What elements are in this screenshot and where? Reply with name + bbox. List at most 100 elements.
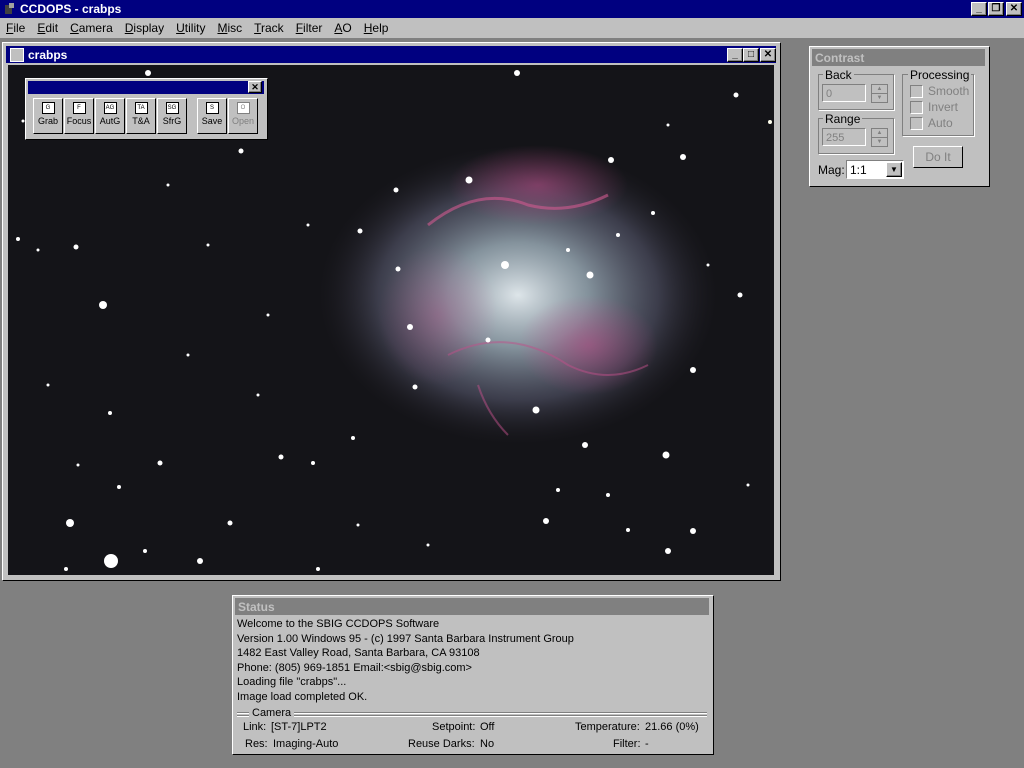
back-input[interactable]: 0 [822,84,866,102]
invert-checkbox[interactable] [910,101,923,114]
menu-misc[interactable]: Misc [211,18,248,37]
save-icon: S [205,102,219,114]
sfrg-icon: SG [165,102,179,114]
camera-label: Camera [249,707,295,719]
processing-label: Processing [908,68,972,82]
auto-checkbox[interactable] [910,117,923,130]
camera-divider-line-2 [237,715,707,717]
toolbar-button-label: Grab [37,116,58,126]
crab-nebula-image[interactable] [8,65,774,575]
tool-palette[interactable]: ✕ G Grab F Focus AG AutG TA T&A SG SfrG S Save O Open [25,78,268,140]
res-value: Imaging-Auto [273,738,339,750]
menu-utility[interactable]: Utility [170,18,211,37]
close-button[interactable]: ✕ [1006,2,1022,16]
menu-label-rest: rack [261,21,284,35]
status-panel: Status Welcome to the SBIG CCDOPS Softwa… [232,595,714,755]
camera-divider-line [237,712,707,714]
toolbar-open-button[interactable]: O Open [228,98,258,134]
menu-filter[interactable]: Filter [290,18,329,37]
toolbar-grab-button[interactable]: G Grab [33,98,63,134]
menu-mnemonic: U [176,21,185,35]
toolbar-button-label: AutG [99,116,121,126]
image-maximize-button[interactable]: □ [743,48,759,62]
setpoint-label: Setpoint: [432,721,476,733]
toolbar-button-label: Focus [66,116,92,126]
autg-icon: AG [103,102,117,114]
contrast-title: Contrast [815,51,865,65]
reuse-darks-value: No [480,738,495,750]
reuse-darks-label: Reuse Darks: [408,738,475,750]
menu-label-rest: O [342,21,352,35]
link-label: Link: [243,721,267,733]
toolbar-autg-button[interactable]: AG AutG [95,98,125,134]
back-label: Back [823,68,854,82]
status-title: Status [238,600,275,614]
invert-label: Invert [928,100,959,114]
status-line: Version 1.00 Windows 95 - (c) 1997 Santa… [237,632,574,645]
status-line: 1482 East Valley Road, Santa Barbara, CA… [237,647,480,660]
contrast-panel: Contrast Back 0 ▲ ▼ Range 255 ▲ ▼ Proces… [809,46,990,187]
image-window-title: crabps [28,48,68,62]
range-input[interactable]: 255 [822,128,866,146]
focus-icon: F [72,102,86,114]
menu-display[interactable]: Display [119,18,170,37]
tool-palette-title-bar[interactable] [28,81,264,94]
back-spin-down[interactable]: ▼ [871,93,888,103]
menu-edit[interactable]: Edit [31,18,64,37]
menu-label-rest: isc [227,21,243,35]
status-line: Loading file "crabps"... [237,676,347,689]
tool-palette-close-button[interactable]: ✕ [248,81,262,93]
toolbar-save-button[interactable]: S Save [197,98,227,134]
toolbar-button-label: Save [201,116,223,126]
mag-label: Mag: [818,163,845,177]
restore-button[interactable]: ❐ [988,2,1004,16]
menu-label-rest: elp [372,21,389,35]
image-window-icon [10,48,24,62]
app-title-bar[interactable]: CCDOPS - crabps _ ❐ ✕ [0,0,1024,18]
link-value: [ST-7]LPT2 [271,721,327,733]
chevron-down-icon[interactable]: ▼ [886,162,902,177]
menu-track[interactable]: Track [248,18,290,37]
menu-label-rest: dit [45,21,59,35]
minimize-button[interactable]: _ [971,2,987,16]
menu-label-rest: amera [78,21,113,35]
astro-image [8,65,774,575]
menu-camera[interactable]: Camera [64,18,119,37]
toolbar-button-label: T&A [132,116,150,126]
menu-file[interactable]: File [0,18,31,37]
smooth-checkbox[interactable] [910,85,923,98]
app-icon [5,3,14,14]
contrast-title-bar[interactable]: Contrast [812,49,985,66]
temperature-label: Temperature: [575,721,640,733]
range-spin-down[interactable]: ▼ [871,137,888,147]
status-line: Welcome to the SBIG CCDOPS Software [237,618,440,630]
menu-mnemonic: T [254,21,262,35]
menu-label-rest: isplay [133,21,165,35]
menu-ao[interactable]: AO [328,18,357,37]
range-label: Range [823,112,863,126]
image-minimize-button[interactable]: _ [727,48,743,62]
menu-label-rest: ilter [303,21,323,35]
setpoint-value: Off [480,721,495,733]
smooth-label: Smooth [928,84,970,98]
menu-help[interactable]: Help [358,18,395,37]
status-line: Phone: (805) 969-1851 Email:<sbig@sbig.c… [237,661,472,674]
toolbar-sfrg-button[interactable]: SG SfrG [157,98,187,134]
menu-label-rest: tility [184,21,206,35]
ta-icon: TA [134,102,148,114]
status-title-bar[interactable]: Status [235,598,709,615]
filter-value: - [645,738,649,750]
image-window-title-bar[interactable]: crabps _ □ ✕ [6,46,776,63]
app-title: CCDOPS - crabps [20,2,122,16]
toolbar-focus-button[interactable]: F Focus [64,98,94,134]
toolbar-button-label: SfrG [162,116,182,126]
toolbar-ta-button[interactable]: TA T&A [126,98,156,134]
do-it-button[interactable]: Do It [913,146,963,168]
open-icon: O [236,102,250,114]
image-close-button[interactable]: ✕ [760,48,776,62]
mag-select[interactable]: 1:1 ▼ [846,160,904,179]
menu-bar: File Edit Camera Display Utility Misc Track Fil… [0,18,1024,39]
mag-value: 1:1 [850,163,867,177]
menu-label-rest: ile [13,21,26,35]
toolbar-button-label: Open [231,116,255,126]
